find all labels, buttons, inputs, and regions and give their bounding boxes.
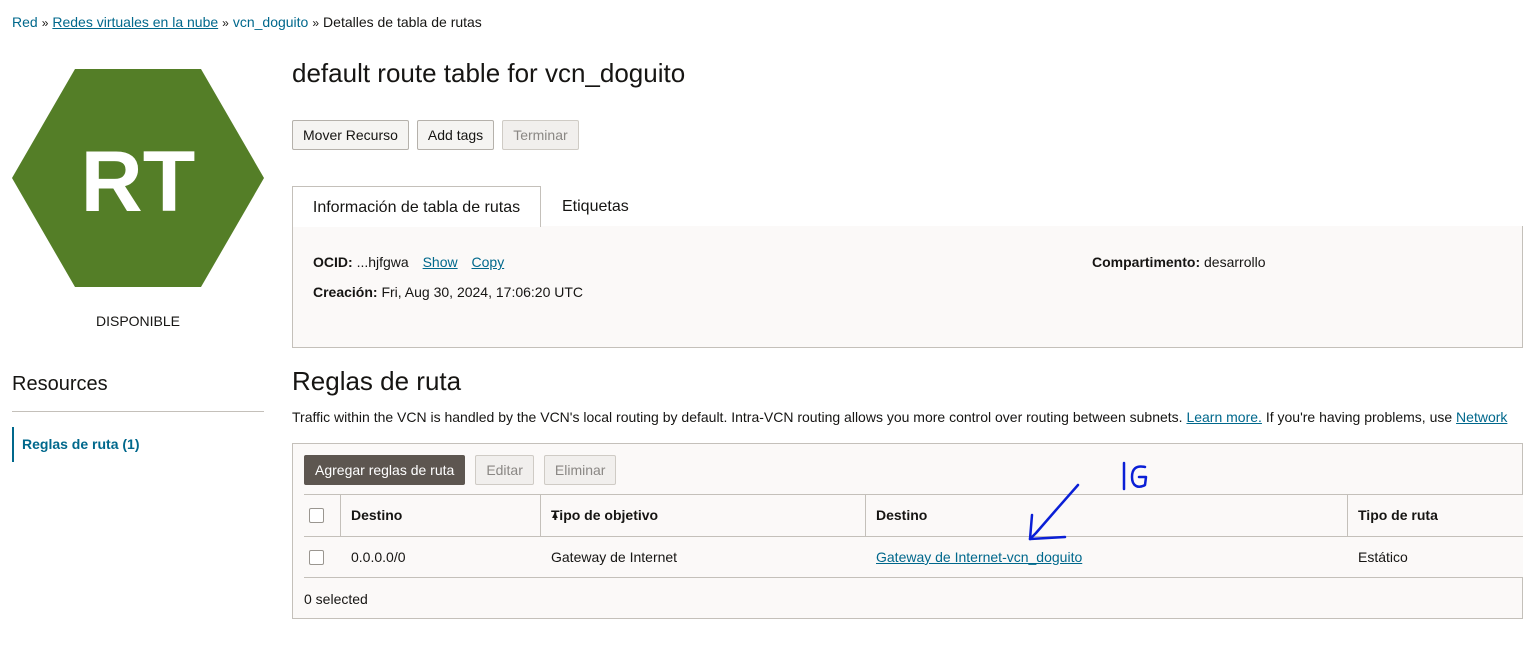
resources-heading: Resources [12,373,108,395]
breadcrumb-separator: » [222,16,229,30]
divider [12,411,264,412]
terminate-button[interactable]: Terminar [502,120,579,150]
route-rules-heading: Reglas de ruta [292,366,462,396]
network-link[interactable]: Network [1456,409,1507,425]
tab-route-table-info[interactable]: Información de tabla de rutas [292,186,541,227]
cell-destination: 0.0.0.0/0 [351,549,406,565]
internet-gateway-link[interactable]: Gateway de Internet-vcn_doguito [876,549,1082,565]
description-text: Traffic within the VCN is handled by the… [292,409,1183,425]
row-select-cell [304,537,340,578]
route-table-hexagon-icon: RT [12,69,264,287]
route-rules-toolbar: Agregar reglas de ruta Editar Eliminar [304,455,617,485]
cell-target: Gateway de Internet-vcn_doguito [865,537,1347,578]
breadcrumb-red[interactable]: Red [12,14,38,30]
ocid-copy-link[interactable]: Copy [472,254,505,270]
delete-button[interactable]: Eliminar [543,455,617,485]
ocid-row: OCID: ...hjfgwa Show Copy [313,254,504,270]
compartment-label: Compartimento: [1092,254,1201,270]
problems-text: If you're having problems, use [1265,409,1453,425]
table-row: 0.0.0.0/0 Gateway de Internet Gateway de… [304,536,1523,578]
column-header-route-type[interactable]: Tipo de ruta [1347,495,1523,536]
learn-more-link[interactable]: Learn more. [1186,409,1261,425]
table-header: Destino ▲ Tipo de objetivo Destino Tipo … [304,494,1523,536]
cell-route-type: Estático [1358,549,1408,565]
selected-count: 0 selected [304,591,368,607]
column-header-target-type[interactable]: Tipo de objetivo [540,495,865,536]
column-header-label: Destino [351,507,403,523]
page-title: default route table for vcn_doguito [292,58,686,88]
add-tags-button[interactable]: Add tags [416,120,495,150]
ocid-label: OCID: [313,254,353,270]
tab-tags[interactable]: Etiquetas [562,186,629,227]
resource-icon-text: RT [81,134,196,230]
cell-target-type: Gateway de Internet [551,549,678,565]
tabs: Información de tabla de rutas Etiquetas [292,186,1523,227]
ocid-value: ...hjfgwa [356,254,409,270]
breadcrumb-separator: » [312,16,320,30]
route-rules-panel: Agregar reglas de ruta Editar Eliminar D… [292,443,1523,619]
row-checkbox[interactable] [309,550,324,565]
breadcrumb-vcns[interactable]: Redes virtuales en la nube [52,14,218,30]
status-label: DISPONIBLE [95,313,181,329]
move-resource-button[interactable]: Mover Recurso [292,120,409,150]
add-route-rules-button[interactable]: Agregar reglas de ruta [304,455,466,485]
route-table-info-panel: OCID: ...hjfgwa Show Copy Creación: Fri,… [292,226,1523,348]
ocid-show-link[interactable]: Show [423,254,458,270]
created-row: Creación: Fri, Aug 30, 2024, 17:06:20 UT… [313,284,583,300]
compartment-row: Compartimento: desarrollo [1092,254,1266,270]
select-all-checkbox[interactable] [309,508,324,523]
route-rules-table: Destino ▲ Tipo de objetivo Destino Tipo … [304,494,1523,578]
breadcrumb-separator: » [41,16,49,30]
sidebar-item-route-rules[interactable]: Reglas de ruta (1) [12,427,252,462]
column-header-destination[interactable]: Destino ▲ [340,495,560,536]
created-label: Creación: [313,284,378,300]
breadcrumb-vcn[interactable]: vcn_doguito [233,14,309,30]
route-rules-description: Traffic within the VCN is handled by the… [292,409,1523,425]
compartment-value: desarrollo [1204,254,1266,270]
edit-button[interactable]: Editar [475,455,534,485]
action-toolbar: Mover Recurso Add tags Terminar [292,120,579,150]
column-header-target[interactable]: Destino [865,495,1347,536]
created-value: Fri, Aug 30, 2024, 17:06:20 UTC [381,284,584,300]
header-select-cell [304,495,340,536]
breadcrumb-current: Detalles de tabla de rutas [323,14,482,30]
breadcrumb: Red» Redes virtuales en la nube» vcn_dogui… [12,14,482,30]
